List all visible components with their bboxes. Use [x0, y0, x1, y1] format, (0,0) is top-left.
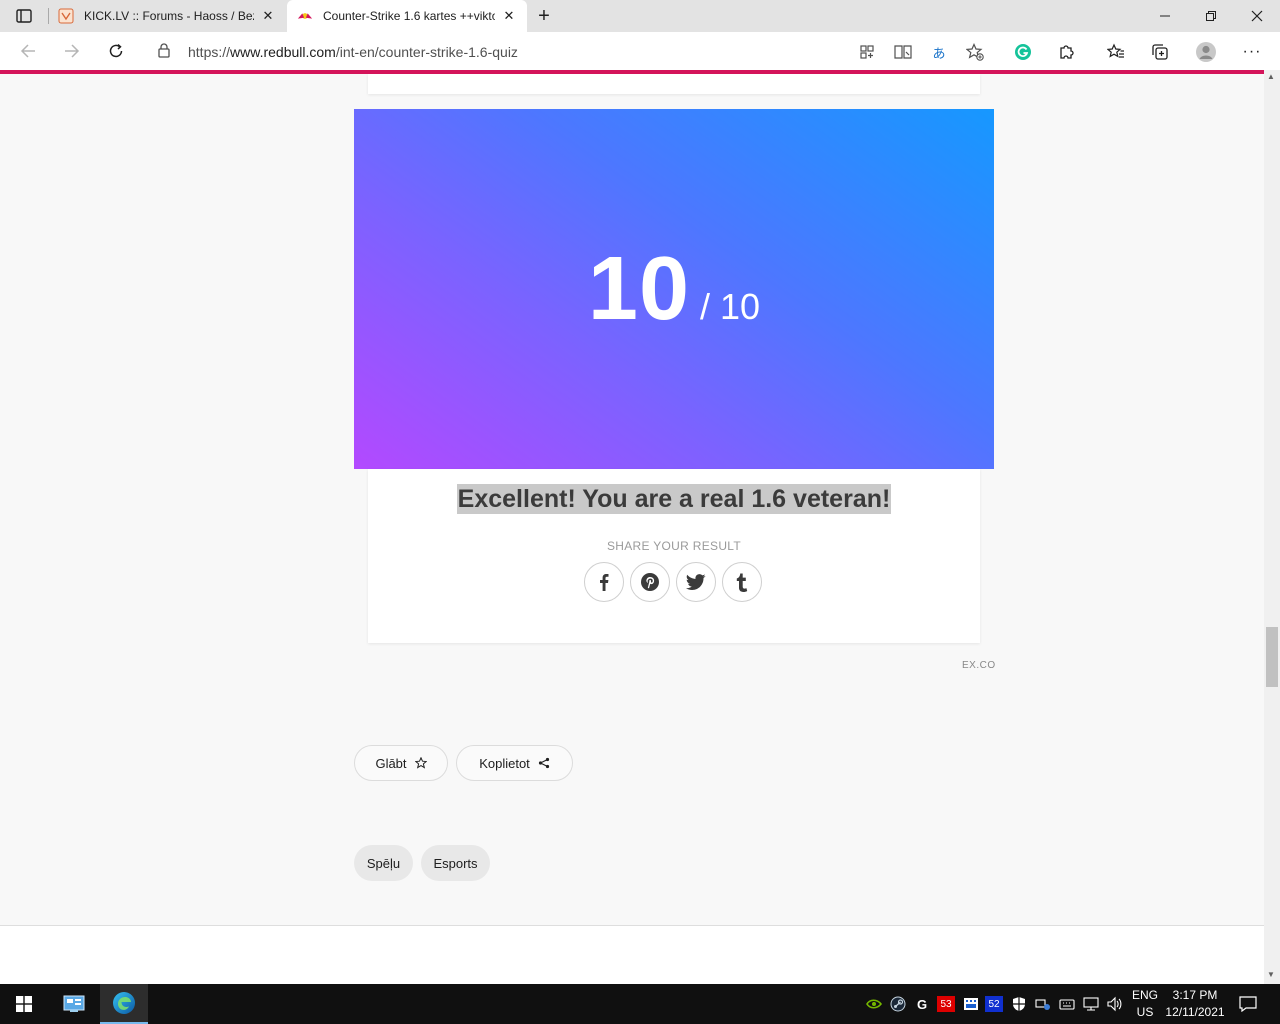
- facebook-icon: [600, 574, 609, 591]
- pinterest-icon: [641, 573, 659, 591]
- tab-title: Counter-Strike 1.6 kartes ++vikto: [323, 9, 495, 23]
- app-available-icon[interactable]: [856, 41, 878, 63]
- network-share-icon[interactable]: [1033, 994, 1053, 1014]
- share-label: SHARE YOUR RESULT: [606, 539, 742, 553]
- score-total: / 10: [700, 285, 761, 327]
- control-panel-icon: [63, 995, 85, 1012]
- twitter-share-button[interactable]: [676, 562, 716, 602]
- grammarly-icon[interactable]: [1012, 41, 1034, 63]
- edge-taskbar-button[interactable]: [100, 984, 148, 1024]
- forward-arrow-icon[interactable]: [58, 39, 86, 63]
- save-label: Glābt: [375, 755, 407, 771]
- translate-icon[interactable]: あ: [928, 41, 950, 63]
- steam-icon[interactable]: [888, 994, 908, 1014]
- minimize-icon[interactable]: [1142, 0, 1188, 32]
- cpu-temp-badge[interactable]: 53: [937, 996, 955, 1012]
- previous-card: [368, 74, 980, 94]
- notification-icon: [1239, 996, 1257, 1012]
- address-bar[interactable]: https://www.redbull.com/int-en/counter-s…: [144, 35, 994, 67]
- keyboard-layout: US: [1136, 1005, 1154, 1019]
- collections-icon[interactable]: [1149, 41, 1171, 63]
- share-buttons: [584, 562, 762, 602]
- redbull-favicon-icon: [297, 8, 313, 24]
- page-scrollbar[interactable]: ▲ ▼: [1264, 70, 1280, 984]
- facebook-share-button[interactable]: [584, 562, 624, 602]
- new-tab-button[interactable]: +: [532, 4, 556, 28]
- save-button[interactable]: Glābt: [354, 745, 448, 781]
- copy-label: Koplietot: [479, 755, 530, 771]
- tab-actions-icon[interactable]: [8, 4, 40, 28]
- tab-bar: KICK.LV :: Forums - Haoss / Beztē ✕ Coun…: [0, 0, 1280, 32]
- windows-logo-icon: [16, 996, 32, 1012]
- input-indicator-icon[interactable]: [1057, 994, 1077, 1014]
- language-code: ENG: [1131, 988, 1158, 1002]
- control-panel-taskbar-button[interactable]: [50, 984, 98, 1024]
- page-content: 10 / 10 Excellent! You are a real 1.6 ve…: [0, 74, 1264, 984]
- add-favorite-icon[interactable]: [964, 41, 986, 63]
- browser-toolbar: https://www.redbull.com/int-en/counter-s…: [0, 32, 1280, 70]
- close-tab-icon[interactable]: ✕: [501, 8, 517, 24]
- close-tab-icon[interactable]: ✕: [260, 8, 276, 24]
- twitter-icon: [686, 573, 706, 590]
- restore-icon[interactable]: [1188, 0, 1234, 32]
- url-scheme: https://: [188, 44, 231, 60]
- windows-taskbar: G 53 52 ENG US 3:17 PM 12/11/2021: [0, 984, 1280, 1024]
- tag-esports[interactable]: Esports: [421, 845, 490, 881]
- close-window-icon[interactable]: [1234, 0, 1280, 32]
- security-shield-icon[interactable]: [1009, 994, 1029, 1014]
- result-title-text: Excellent! You are a real 1.6 veteran!: [456, 484, 892, 514]
- tag-games[interactable]: Spēļu: [354, 845, 413, 881]
- language-indicator[interactable]: ENG US: [1128, 987, 1162, 1021]
- exco-logo: EX.CO: [962, 660, 996, 671]
- clock-time: 3:17 PM: [1172, 988, 1218, 1002]
- scrollbar-thumb[interactable]: [1266, 627, 1278, 687]
- tumblr-share-button[interactable]: [722, 562, 762, 602]
- refresh-icon[interactable]: [102, 39, 130, 63]
- url-text: https://www.redbull.com/int-en/counter-s…: [188, 44, 518, 60]
- url-path: /int-en/counter-strike-1.6-quiz: [335, 44, 518, 60]
- result-card: Excellent! You are a real 1.6 veteran! S…: [368, 469, 980, 643]
- score-banner: 10 / 10: [354, 109, 994, 469]
- extensions-icon[interactable]: [1056, 41, 1078, 63]
- score-display: 10 / 10: [588, 238, 760, 341]
- nvidia-icon[interactable]: [864, 994, 884, 1014]
- share-copy-button[interactable]: Koplietot: [456, 745, 573, 781]
- score-value: 10: [587, 238, 691, 339]
- edge-icon: [113, 992, 135, 1014]
- tumblr-icon: [736, 573, 748, 592]
- kick-favicon-icon: [58, 8, 74, 24]
- start-button[interactable]: [0, 984, 48, 1024]
- system-clock[interactable]: 3:17 PM 12/11/2021: [1162, 987, 1228, 1021]
- star-icon: [414, 757, 427, 769]
- result-title: Excellent! You are a real 1.6 veteran!: [368, 484, 980, 514]
- url-domain: www.redbull.com: [230, 44, 336, 60]
- page-footer: [0, 926, 1264, 984]
- tab-title: KICK.LV :: Forums - Haoss / Beztē: [84, 9, 254, 23]
- scroll-down-icon[interactable]: ▼: [1267, 970, 1275, 979]
- volume-icon[interactable]: [1105, 994, 1125, 1014]
- g-app-icon[interactable]: G: [912, 994, 932, 1014]
- pinterest-share-button[interactable]: [630, 562, 670, 602]
- scroll-up-icon[interactable]: ▲: [1267, 72, 1275, 81]
- share-icon: [538, 757, 549, 769]
- gpu-temp-badge[interactable]: 52: [985, 996, 1003, 1012]
- back-arrow-icon[interactable]: [14, 39, 42, 63]
- tab-kick-forum[interactable]: KICK.LV :: Forums - Haoss / Beztē ✕: [48, 0, 286, 32]
- profile-avatar-icon[interactable]: [1195, 41, 1217, 63]
- reader-view-icon[interactable]: [892, 41, 914, 63]
- clock-date: 12/11/2021: [1165, 1005, 1225, 1019]
- favorites-icon[interactable]: [1105, 41, 1127, 63]
- network-icon[interactable]: [1081, 994, 1101, 1014]
- more-options-icon[interactable]: ···: [1241, 41, 1263, 63]
- monitor-app-icon[interactable]: [961, 994, 981, 1014]
- lock-icon[interactable]: [158, 43, 170, 63]
- notifications-button[interactable]: [1230, 984, 1266, 1024]
- tab-redbull-quiz[interactable]: Counter-Strike 1.6 kartes ++vikto ✕: [287, 0, 527, 32]
